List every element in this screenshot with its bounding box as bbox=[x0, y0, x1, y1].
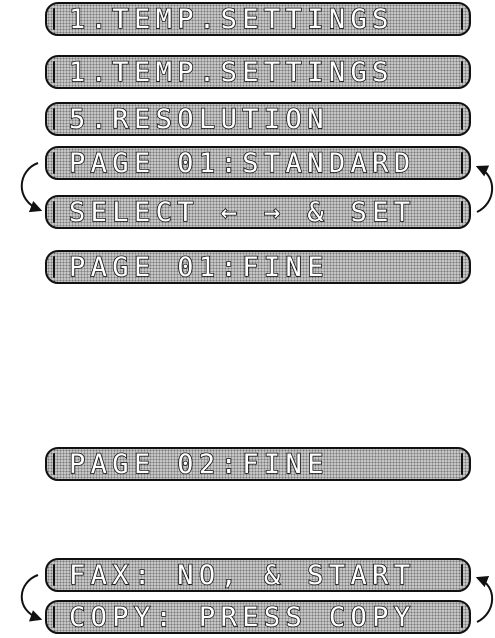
cycle-right-arrow-icon bbox=[475, 165, 494, 213]
lcd-text: 5.RESOLUTION bbox=[68, 103, 329, 135]
lcd-text: PAGE 02:FINE bbox=[68, 448, 329, 480]
cycle-left-arrow-icon bbox=[20, 574, 43, 622]
lcd-screen-page01-standard: PAGE 01:STANDARD bbox=[45, 146, 471, 180]
alternating-display-arrows-icon bbox=[20, 162, 494, 623]
cycle-right-arrow-icon bbox=[475, 576, 494, 623]
lcd-screen-temp-settings: 1.TEMP.SETTINGS bbox=[45, 2, 471, 36]
lcd-text: 1.TEMP.SETTINGS bbox=[68, 56, 394, 88]
lcd-text: PAGE 01:STANDARD bbox=[68, 147, 416, 179]
lcd-screen-temp-settings-repeat: 1.TEMP.SETTINGS bbox=[45, 55, 471, 89]
lcd-text: 1.TEMP.SETTINGS bbox=[68, 3, 394, 35]
lcd-text: PAGE 01:FINE bbox=[68, 251, 329, 283]
lcd-screen-select-set: SELECT ← → & SET bbox=[45, 195, 471, 229]
lcd-text: SELECT ← → & SET bbox=[68, 196, 416, 228]
lcd-screen-page02-fine: PAGE 02:FINE bbox=[45, 447, 471, 481]
lcd-screen-fax-start: FAX: NO, & START bbox=[45, 558, 471, 592]
lcd-screen-copy-press: COPY: PRESS COPY bbox=[45, 600, 471, 634]
lcd-text: FAX: NO, & START bbox=[68, 559, 416, 591]
lcd-screen-resolution: 5.RESOLUTION bbox=[45, 102, 471, 136]
lcd-text: COPY: PRESS COPY bbox=[68, 601, 416, 633]
lcd-screen-page01-fine: PAGE 01:FINE bbox=[45, 250, 471, 284]
cycle-left-arrow-icon bbox=[20, 162, 43, 213]
